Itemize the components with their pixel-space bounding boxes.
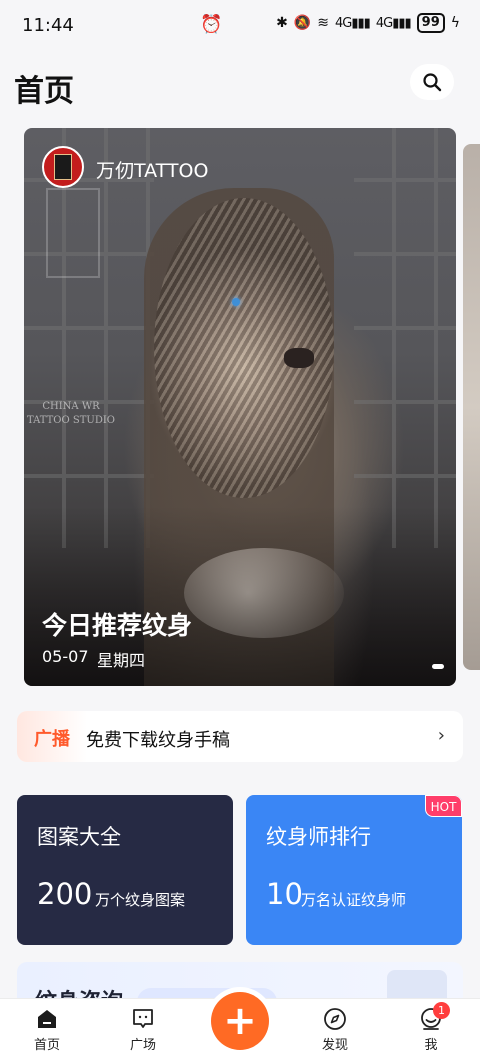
tab-discover-label: 发现: [321, 1038, 348, 1053]
banner-date: 05-07: [42, 647, 89, 666]
notification-badge: 1: [433, 1002, 450, 1019]
status-bar: 11:44 ⏰ ✱ 🔕 ≋ 4G▮▮▮ 4G▮▮▮ 99 ϟ: [0, 0, 480, 50]
compass-icon: [324, 1008, 346, 1030]
plus-icon: +: [223, 998, 257, 1044]
search-icon: [423, 73, 442, 92]
artists-title: 纹身师排行: [266, 825, 371, 849]
home-icon: [38, 1010, 56, 1028]
carousel-indicator: [432, 664, 444, 669]
signal-icon-1: 4G▮▮▮: [335, 15, 371, 31]
broadcast-tag: 广播: [17, 711, 87, 762]
signal-icon-2: 4G▮▮▮: [375, 15, 412, 31]
tab-home[interactable]: 首页: [7, 999, 87, 1058]
patterns-unit: 万个纹身图案: [95, 891, 186, 909]
lion-nose-image: [284, 348, 314, 368]
artists-card[interactable]: HOT 纹身师排行 10 万名认证纹身师: [246, 795, 462, 945]
network-label-2: 4G: [375, 15, 393, 31]
square-icon: [133, 1009, 153, 1028]
studio-logo-icon: [54, 154, 72, 180]
alarm-icon: ⏰: [200, 14, 223, 35]
patterns-title: 图案大全: [37, 825, 121, 849]
status-indicators: ✱ 🔕 ≋ 4G▮▮▮ 4G▮▮▮ 99 ϟ: [276, 13, 460, 33]
studio-name[interactable]: 万仞TATTOO: [96, 156, 208, 183]
banner-gradient: [24, 506, 456, 686]
status-time: 11:44: [22, 14, 74, 36]
patterns-card[interactable]: 图案大全 200 万个纹身图案: [17, 795, 233, 945]
chevron-right-icon: ›: [437, 725, 445, 746]
banner-weekday: 星期四: [97, 651, 146, 670]
next-banner-peek[interactable]: [463, 144, 480, 670]
watermark-line2: TATTOO STUDIO: [26, 415, 115, 426]
broadcast-bar[interactable]: 广播 免费下载纹身手稿 ›: [17, 711, 463, 762]
wifi-icon: ≋: [317, 15, 329, 31]
tab-square[interactable]: 广场: [103, 999, 183, 1058]
tab-square-label: 广场: [129, 1038, 156, 1053]
charging-icon: ϟ: [450, 15, 460, 31]
lion-eye-image: [232, 298, 240, 306]
mute-icon: 🔕: [293, 15, 312, 31]
broadcast-text: 免费下载纹身手稿: [86, 730, 230, 751]
header: 首页: [0, 62, 480, 109]
add-post-button[interactable]: +: [211, 992, 269, 1050]
artists-count: 10: [266, 877, 303, 911]
network-label-1: 4G: [335, 15, 352, 31]
tab-me-label: 我: [424, 1038, 438, 1053]
tab-discover[interactable]: 发现: [295, 999, 375, 1058]
studio-watermark: CHINA WR TATTOO STUDIO: [26, 400, 116, 428]
recommend-banner[interactable]: CHINA WR TATTOO STUDIO 万仞TATTOO 今日推荐纹身 0…: [24, 128, 456, 686]
page-title: 首页: [14, 74, 74, 109]
tab-home-label: 首页: [33, 1038, 60, 1053]
studio-avatar[interactable]: [42, 146, 84, 188]
tab-me[interactable]: 我: [391, 999, 471, 1058]
artists-unit: 万名认证纹身师: [301, 891, 407, 909]
watermark-seal: [46, 188, 100, 278]
search-button[interactable]: [410, 64, 454, 100]
watermark-line1: CHINA WR: [42, 401, 100, 412]
bluetooth-icon: ✱: [276, 15, 288, 31]
patterns-count: 200: [37, 877, 93, 911]
hot-badge: HOT: [425, 795, 462, 817]
background-window-right: [354, 128, 456, 548]
banner-title: 今日推荐纹身: [42, 611, 193, 640]
battery-indicator: 99: [416, 13, 445, 33]
